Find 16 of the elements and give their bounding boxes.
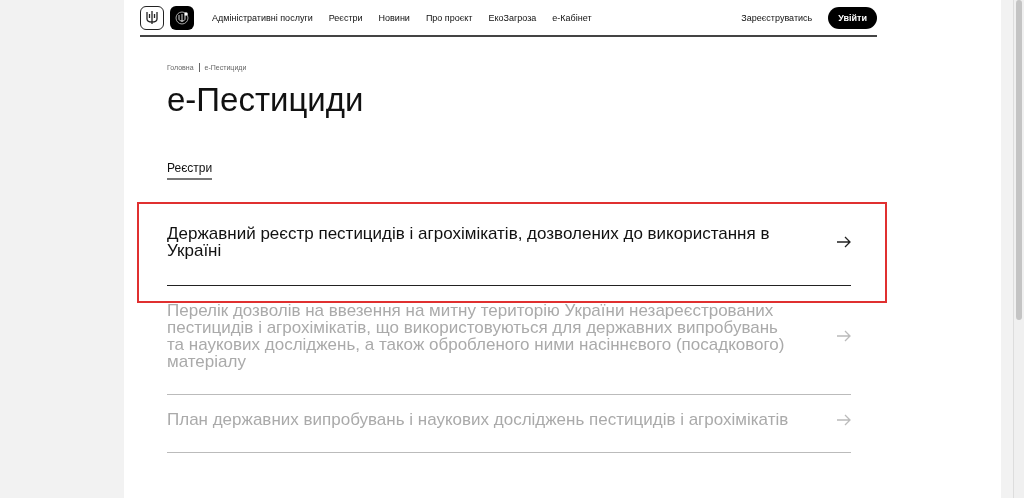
register-link[interactable]: Зареєструватись — [741, 12, 813, 23]
emblem-logo-icon[interactable] — [170, 5, 194, 30]
nav-link[interactable]: е-Кабінет — [552, 12, 592, 23]
nav-link[interactable]: Реєстри — [328, 12, 363, 23]
nav-link[interactable]: Адміністративні послуги — [212, 12, 313, 23]
registry-link[interactable]: Державний реєстр пестицидів і агрохімікатів, дозволених до використання в Україні — [167, 225, 797, 259]
arrow-right-icon — [837, 236, 851, 248]
tab[interactable]: Реєстри — [167, 160, 213, 180]
nav-link[interactable]: Новини — [378, 12, 410, 23]
login-button[interactable]: Увійти — [828, 6, 877, 29]
nav-link[interactable]: Про проєкт — [425, 12, 473, 23]
arrow-right-icon — [837, 330, 851, 342]
nav-link[interactable]: ЕкоЗагроза — [488, 12, 537, 23]
page-title: е-Пестициди — [167, 80, 365, 120]
trident-logo-icon[interactable] — [140, 5, 164, 30]
arrow-right-icon — [837, 413, 851, 426]
